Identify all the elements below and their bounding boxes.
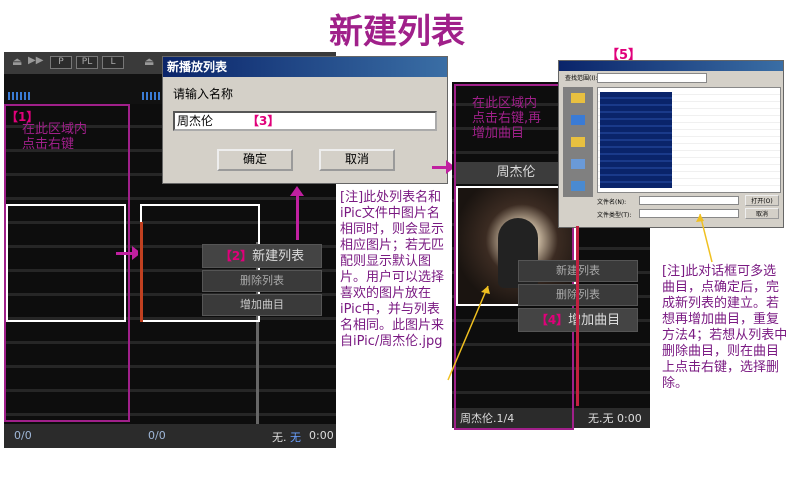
callout-arrow-1 xyxy=(481,286,490,294)
callout-line-1 xyxy=(447,285,489,381)
callout-lines xyxy=(447,213,713,381)
callout-arrow-2 xyxy=(696,214,704,222)
note-2: [注]此对话框可多选曲目，点确定后，完成新列表的建立。若想再增加曲目，重复方法4… xyxy=(662,264,788,391)
